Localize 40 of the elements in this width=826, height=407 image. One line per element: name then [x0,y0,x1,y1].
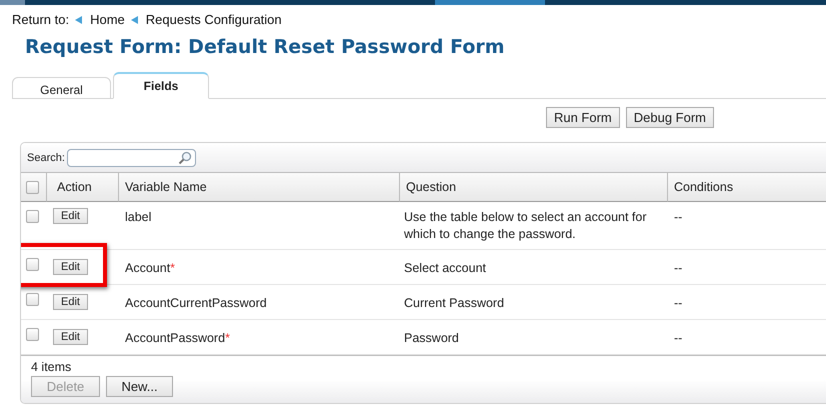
row-checkbox[interactable] [26,328,39,341]
back-arrow-icon [75,16,82,24]
question-text: Use the table below to select an account for which to change the password. [404,209,648,243]
page-title: Request Form: Default Reset Password Form [25,36,506,58]
conditions-text: -- [674,295,682,312]
question-text: Current Password [404,295,504,312]
row-checkbox[interactable] [26,293,39,306]
column-header[interactable]: Conditions [668,172,826,202]
variable-name: label [125,209,152,226]
footer-button[interactable]: New... [106,376,173,397]
question-text: Password [404,330,459,347]
row-checkbox[interactable] [26,258,39,271]
select-all-checkbox[interactable] [26,180,39,194]
variable-name: AccountCurrentPassword [125,295,267,312]
question-text: Select account [404,260,486,277]
search-icon [178,150,192,164]
form-action-button[interactable]: Debug Form [626,107,714,128]
search-label: Search: [27,152,65,164]
edit-button[interactable]: Edit [53,208,88,224]
column-header[interactable]: Action [47,172,119,202]
conditions-text: -- [674,260,682,277]
conditions-text: -- [674,330,682,347]
variable-name: AccountPassword* [125,330,230,347]
breadcrumb-link[interactable]: Home [90,12,125,27]
tab[interactable]: Fields [113,72,209,99]
breadcrumb-link[interactable]: Requests Configuration [146,12,282,27]
form-action-button[interactable]: Run Form [546,107,620,128]
tab[interactable]: General [12,77,111,99]
row-checkbox[interactable] [26,210,39,223]
column-header[interactable]: Question [400,172,668,202]
variable-name: Account* [125,260,176,277]
item-count: 4 items [31,360,72,374]
column-header[interactable]: Variable Name [119,172,400,202]
edit-button[interactable]: Edit [53,329,88,345]
back-arrow-icon [130,16,138,24]
edit-button[interactable]: Edit [53,259,88,275]
search-field[interactable] [66,148,196,166]
breadcrumb-label: Return to: [12,12,70,27]
edit-button[interactable]: Edit [53,294,88,310]
conditions-text: -- [674,209,682,226]
